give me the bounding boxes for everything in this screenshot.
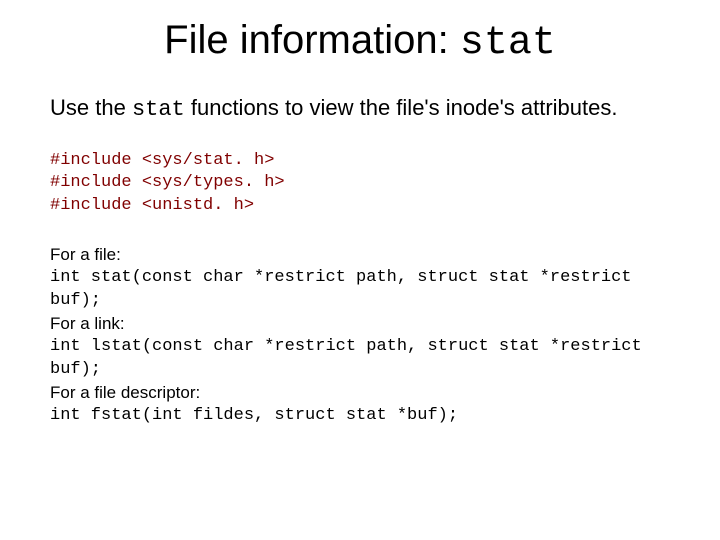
title-mono: stat	[460, 21, 556, 66]
slide-title: File information: stat	[50, 18, 670, 66]
intro-p1: Use the	[50, 95, 132, 120]
sig-file-code: int stat(const char *restrict path, stru…	[50, 267, 670, 313]
sig-fd-label: For a file descriptor:	[50, 382, 670, 405]
signatures: For a file: int stat(const char *restric…	[50, 244, 670, 428]
sig-link-code: int lstat(const char *restrict path, str…	[50, 336, 670, 382]
includes-block: #include <sys/stat. h> #include <sys/typ…	[50, 150, 670, 219]
intro-p2: functions to view the file's inode's att…	[185, 95, 618, 120]
intro-text: Use the stat functions to view the file'…	[50, 94, 670, 124]
sig-fd-code: int fstat(int fildes, struct stat *buf);	[50, 405, 670, 428]
title-prefix: File information:	[164, 18, 460, 62]
sig-file-label: For a file:	[50, 244, 670, 267]
intro-mono: stat	[132, 97, 185, 122]
slide: File information: stat Use the stat func…	[0, 0, 720, 428]
sig-link-label: For a link:	[50, 313, 670, 336]
